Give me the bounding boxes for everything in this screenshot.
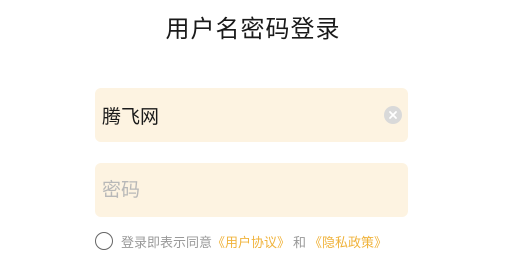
user-agreement-link[interactable]: 《用户协议》 bbox=[212, 232, 290, 251]
password-input[interactable] bbox=[95, 163, 408, 217]
agreement-prefix: 登录即表示同意 bbox=[121, 235, 213, 251]
privacy-policy-link[interactable]: 《隐私政策》 bbox=[309, 232, 387, 251]
page-title: 用户名密码登录 bbox=[165, 15, 341, 43]
clear-icon[interactable] bbox=[384, 106, 402, 124]
login-page: 用户名密码登录 登录即表示同意 《用户协议》 和 《隐私政策》 bbox=[0, 0, 506, 269]
agreement-conjunction: 和 bbox=[293, 235, 307, 251]
agreement-row: 登录即表示同意 《用户协议》 和 《隐私政策》 bbox=[95, 230, 387, 252]
username-field[interactable] bbox=[95, 88, 408, 142]
agreement-radio[interactable] bbox=[95, 232, 113, 250]
username-input[interactable] bbox=[95, 88, 408, 142]
password-field[interactable] bbox=[95, 163, 408, 217]
